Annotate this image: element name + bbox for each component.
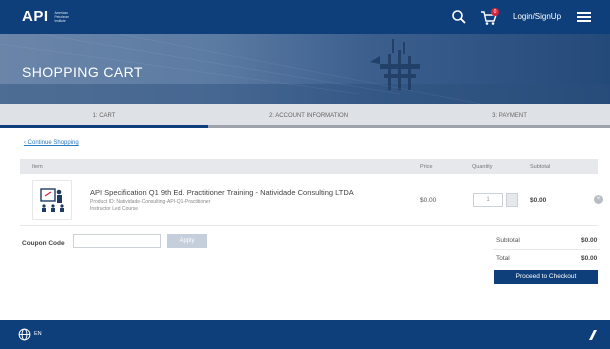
proceed-to-checkout-button[interactable]: Proceed to Checkout — [494, 270, 598, 284]
step-progress-bar — [409, 125, 610, 128]
item-price: $0.00 — [420, 197, 437, 204]
quantity-update-button[interactable] — [506, 193, 518, 207]
summary-subtotal-label: Subtotal — [496, 237, 520, 244]
header-price: Price — [420, 164, 433, 170]
item-subtotal: $0.00 — [530, 197, 547, 204]
apply-coupon-button[interactable]: Apply — [167, 234, 207, 248]
page-hero: SHOPPING CART — [0, 34, 610, 104]
page-title: SHOPPING CART — [22, 64, 143, 80]
continue-shopping-link[interactable]: ‹ Continue Shopping — [24, 140, 79, 146]
product-thumbnail[interactable] — [32, 180, 72, 220]
header-subtotal: Subtotal — [530, 164, 551, 170]
summary-subtotal-value: $0.00 — [581, 237, 598, 244]
menu-icon[interactable] — [576, 9, 592, 25]
remove-item-icon[interactable]: × — [594, 195, 603, 204]
login-signup-link[interactable]: Login/SignUp — [513, 12, 561, 21]
coupon-code-input[interactable] — [73, 234, 161, 248]
step-progress-bar — [0, 125, 208, 128]
step-progress-bar — [208, 125, 409, 128]
summary-total-value: $0.00 — [581, 255, 598, 262]
cart-count-badge: 0 — [491, 8, 499, 16]
coupon-code-label: Coupon Code — [22, 240, 65, 247]
api-logo[interactable]: API American Petroleum Institute — [22, 8, 77, 25]
step-label: 1: CART — [92, 113, 116, 119]
checkout-steps: 1: CART 2: ACCOUNT INFORMATION 3: PAYMEN… — [0, 104, 610, 128]
product-title[interactable]: API Specification Q1 9th Ed. Practitione… — [90, 188, 354, 197]
step-cart[interactable]: 1: CART — [0, 104, 208, 128]
cart-table-header: Item Price Quantity Subtotal — [20, 159, 598, 174]
step-label: 2: ACCOUNT INFORMATION — [268, 113, 349, 119]
logo-mark: API — [22, 8, 49, 25]
training-icon — [40, 188, 64, 212]
api-footer-logo-icon — [589, 330, 597, 340]
summary-total-label: Total — [496, 255, 510, 262]
step-payment[interactable]: 3: PAYMENT — [409, 104, 610, 128]
summary-divider — [493, 249, 600, 250]
top-nav: API American Petroleum Institute 0 Login… — [0, 0, 610, 34]
footer: EN — [0, 320, 610, 349]
logo-subtitle: American Petroleum Institute — [54, 10, 70, 23]
globe-icon[interactable] — [18, 328, 31, 341]
product-type: Instructor Led Course — [90, 206, 139, 212]
step-label: 3: PAYMENT — [492, 113, 527, 119]
quantity-input[interactable]: 1 — [473, 193, 503, 207]
continue-shopping-label: Continue Shopping — [27, 140, 79, 146]
language-selector[interactable]: EN — [34, 331, 42, 337]
search-icon[interactable] — [451, 9, 467, 25]
header-item: Item — [32, 164, 43, 170]
header-quantity: Quantity — [472, 164, 493, 170]
step-account-information[interactable]: 2: ACCOUNT INFORMATION — [208, 104, 409, 128]
cart-item-row: API Specification Q1 9th Ed. Practitione… — [20, 174, 603, 226]
cart-button[interactable]: 0 — [480, 8, 502, 26]
product-id: Product ID: Natividade-Consulting-API-Q1… — [90, 199, 211, 205]
